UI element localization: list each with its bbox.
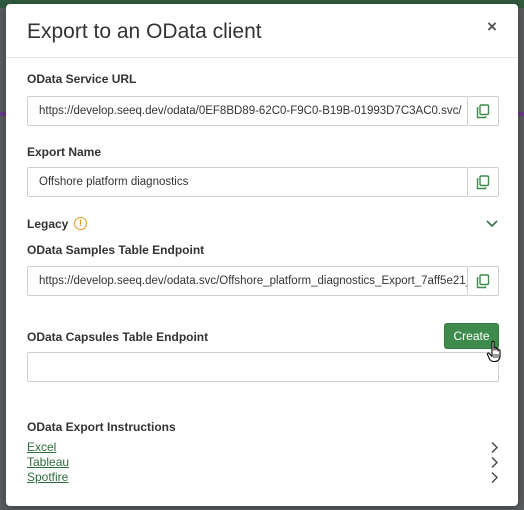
warning-icon[interactable]: ! <box>74 217 87 230</box>
copy-icon <box>476 175 490 190</box>
samples-endpoint-field[interactable]: https://develop.seeq.dev/odata.svc/Offsh… <box>27 266 468 296</box>
samples-endpoint-label: OData Samples Table Endpoint <box>27 243 205 257</box>
instructions-link-tableau[interactable]: Tableau <box>27 455 69 469</box>
dialog-title: Export to an OData client <box>27 20 262 43</box>
export-name-field[interactable]: Offshore platform diagnostics <box>27 167 468 197</box>
legacy-label: Legacy <box>27 217 69 231</box>
close-icon[interactable]: × <box>484 18 500 36</box>
export-odata-dialog: Export to an OData client × OData Servic… <box>6 4 518 506</box>
service-url-field[interactable]: https://develop.seeq.dev/odata/0EF8BD89-… <box>27 96 468 126</box>
instructions-link-spotfire[interactable]: Spotfire <box>27 470 68 484</box>
copy-service-url-button[interactable] <box>468 96 499 126</box>
chevron-right-icon[interactable] <box>490 441 499 454</box>
chevron-down-icon[interactable] <box>485 219 499 229</box>
dialog-header: Export to an OData client × <box>6 4 518 58</box>
copy-icon <box>476 104 490 119</box>
copy-samples-endpoint-button[interactable] <box>468 266 499 296</box>
instructions-link-excel[interactable]: Excel <box>27 440 56 454</box>
chevron-right-icon[interactable] <box>490 456 499 469</box>
capsules-endpoint-field[interactable] <box>27 352 499 382</box>
instructions-title: OData Export Instructions <box>27 420 176 434</box>
service-url-label: OData Service URL <box>27 72 137 86</box>
copy-icon <box>476 274 490 289</box>
chevron-right-icon[interactable] <box>490 471 499 484</box>
hand-cursor-icon <box>486 340 501 363</box>
capsules-endpoint-label: OData Capsules Table Endpoint <box>27 330 209 344</box>
copy-export-name-button[interactable] <box>468 167 499 197</box>
export-name-label: Export Name <box>27 145 102 159</box>
